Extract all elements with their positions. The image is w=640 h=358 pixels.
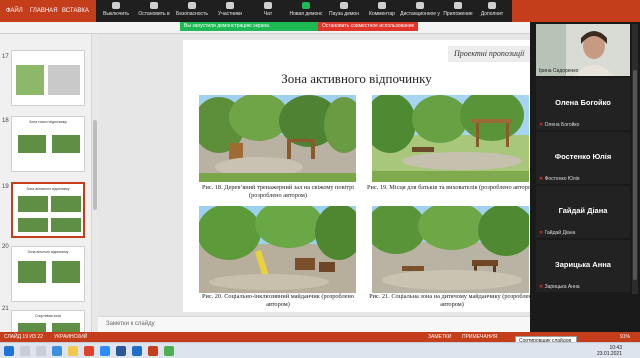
tab-file[interactable]: ФАЙЛ [6, 8, 23, 14]
muted-icon: ✕ [539, 230, 544, 236]
slide-counter: СЛАЙД 19 ИЗ 22 [4, 334, 43, 340]
slide-title: Зона активного відпочинку [281, 71, 432, 86]
participant-name: Зарицька Анна [555, 260, 611, 269]
thumbnail-scrollbar-thumb[interactable] [93, 120, 97, 210]
notes-toggle[interactable]: ЗАМЕТКИ [428, 334, 451, 340]
slide-banner: Проектні пропозиції [448, 46, 530, 62]
powerpoint-icon[interactable] [148, 346, 158, 356]
thumbnail-slide-19[interactable]: Зона активного відпочинку [11, 182, 85, 238]
participant-tile[interactable]: Зарицька Анна ✕ Зарицька Анна [536, 240, 630, 292]
participant-label: Олена Богойко [544, 122, 580, 128]
chrome-icon[interactable] [84, 346, 94, 356]
microphone-icon [112, 2, 120, 9]
pencil-icon [378, 2, 386, 9]
app-icon[interactable] [164, 346, 174, 356]
thumbnail-image [18, 135, 46, 153]
muted-icon: ✕ [539, 122, 544, 128]
muted-icon: ✕ [539, 176, 544, 182]
pause-icon [340, 2, 348, 9]
mute-button[interactable]: Выключить [96, 2, 136, 20]
thumbnail-slide-17[interactable] [11, 50, 85, 106]
slide-number: 21 [2, 306, 9, 312]
thumbnail-slide-18[interactable]: Зона тихого відпочинку [11, 116, 85, 172]
photo-parents-area [372, 95, 529, 182]
stop-share-button[interactable]: Остановить совместное использование [318, 22, 418, 31]
thumbnail-image [51, 218, 81, 232]
pause-share-button[interactable]: Пауза демон [324, 2, 364, 20]
participants-scrollbar-thumb[interactable] [633, 70, 637, 280]
notes-placeholder: Заметки к слайду [106, 321, 155, 327]
sharing-status: Вы запустили демонстрацию экрана [180, 22, 318, 31]
participant-label: Зарицька Анна [544, 284, 580, 290]
thumbnail-image [52, 261, 80, 283]
participant-label: Фостенко Юлія [544, 176, 580, 182]
caption-fig-18: Рис. 18. Дерев’яний тренажерний зал на с… [201, 184, 355, 199]
zoom-app-icon[interactable] [100, 346, 110, 356]
caption-fig-19: Рис. 19. Місця для батьків та вихователі… [367, 184, 537, 191]
share-screen-icon [302, 2, 310, 9]
photo-outdoor-gym [199, 95, 356, 182]
zoom-level[interactable]: 91% [620, 334, 630, 340]
participants-button[interactable]: Участники [210, 2, 250, 20]
new-share-button[interactable]: Новая демонс [286, 2, 326, 20]
zoom-toolbar: Выключить Остановить в Безопасность Учас… [96, 0, 512, 22]
more-button[interactable]: Дополнит [472, 2, 512, 20]
remote-control-button[interactable]: Дистанционное у [400, 2, 440, 20]
participant-video-tile[interactable]: Ірина Сидоренко [536, 24, 630, 76]
muted-icon: ✕ [539, 284, 544, 290]
tab-insert[interactable]: ВСТАВКА [62, 8, 89, 14]
participant-label: Гайдай Діана [544, 230, 576, 236]
slide-number: 18 [2, 118, 9, 124]
comments-toggle[interactable]: ПРИМЕЧАНИЯ [462, 334, 498, 340]
thumbnail-image [51, 196, 81, 212]
camera-icon [150, 2, 158, 9]
slide-number: 17 [2, 54, 9, 60]
chat-icon [264, 2, 272, 9]
stop-video-button[interactable]: Остановить в [134, 2, 174, 20]
participant-tile[interactable]: Фостенко Юлія ✕ Фостенко Юлія [536, 132, 630, 184]
participant-name: Гайдай Діана [558, 206, 608, 215]
shield-icon [188, 2, 196, 9]
apps-icon [454, 2, 462, 9]
system-clock[interactable]: 10:43 23.01.2021 [597, 345, 622, 357]
people-icon [226, 2, 234, 9]
annotate-button[interactable]: Комментар [362, 2, 402, 20]
language-indicator[interactable]: УКРАИНСКИЙ [54, 334, 87, 340]
start-icon[interactable] [4, 346, 14, 356]
more-icon [488, 2, 496, 9]
thumbnail-image [18, 218, 48, 232]
thumbnail-image [18, 196, 48, 212]
thumbnail-image [16, 65, 44, 95]
thumbnail-slide-20[interactable]: Зона вільного відпочинку [11, 246, 85, 302]
participant-name: Фостенко Юлія [554, 152, 612, 161]
slide-number: 20 [2, 244, 9, 250]
thumbnail-image [52, 135, 80, 153]
thumbnail-image [48, 65, 80, 95]
word-icon[interactable] [116, 346, 126, 356]
photo-social-zone [372, 206, 529, 293]
notes-pane[interactable]: Заметки к слайду [98, 316, 530, 332]
explorer-icon[interactable] [68, 346, 78, 356]
caption-fig-21: Рис. 21. Соціальна зона на дитячому майд… [369, 293, 535, 308]
photo-inclusive-playground [199, 206, 356, 293]
search-icon[interactable] [20, 346, 30, 356]
thumbnail-image [18, 261, 46, 283]
participant-label: Ірина Сидоренко [539, 68, 579, 74]
task-view-icon[interactable] [36, 346, 46, 356]
app-icon[interactable] [132, 346, 142, 356]
taskbar: 10:43 23.01.2021 [0, 342, 640, 358]
participant-tile[interactable]: Олена Богойко ✕ Олена Богойко [536, 78, 630, 130]
mouse-icon [416, 2, 424, 9]
caption-fig-20: Рис. 20. Соціально-інклюзивний майданчик… [201, 293, 355, 308]
edge-icon[interactable] [52, 346, 62, 356]
participant-name: Олена Богойко [555, 98, 611, 107]
tab-home[interactable]: ГЛАВНАЯ [30, 8, 58, 14]
slide-number: 19 [2, 184, 9, 190]
participant-tile[interactable]: Гайдай Діана ✕ Гайдай Діана [536, 186, 630, 238]
chat-button[interactable]: Чат [248, 2, 288, 20]
security-button[interactable]: Безопасность [172, 2, 212, 20]
slide-thumbnails: 17 18 Зона тихого відпочинку 19 Зона акт… [0, 34, 92, 338]
